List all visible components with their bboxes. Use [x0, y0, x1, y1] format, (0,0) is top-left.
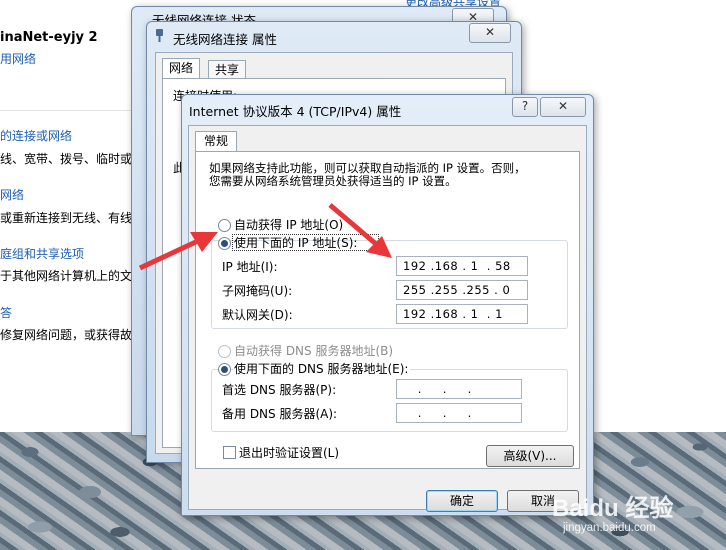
annotation-arrows	[138, 203, 392, 271]
baidu-watermark-logo: Baidu 经验	[552, 495, 674, 522]
baidu-watermark-url: jingyan.baidu.com	[563, 522, 656, 534]
arrow-right	[328, 203, 392, 258]
arrow-left	[138, 232, 218, 271]
